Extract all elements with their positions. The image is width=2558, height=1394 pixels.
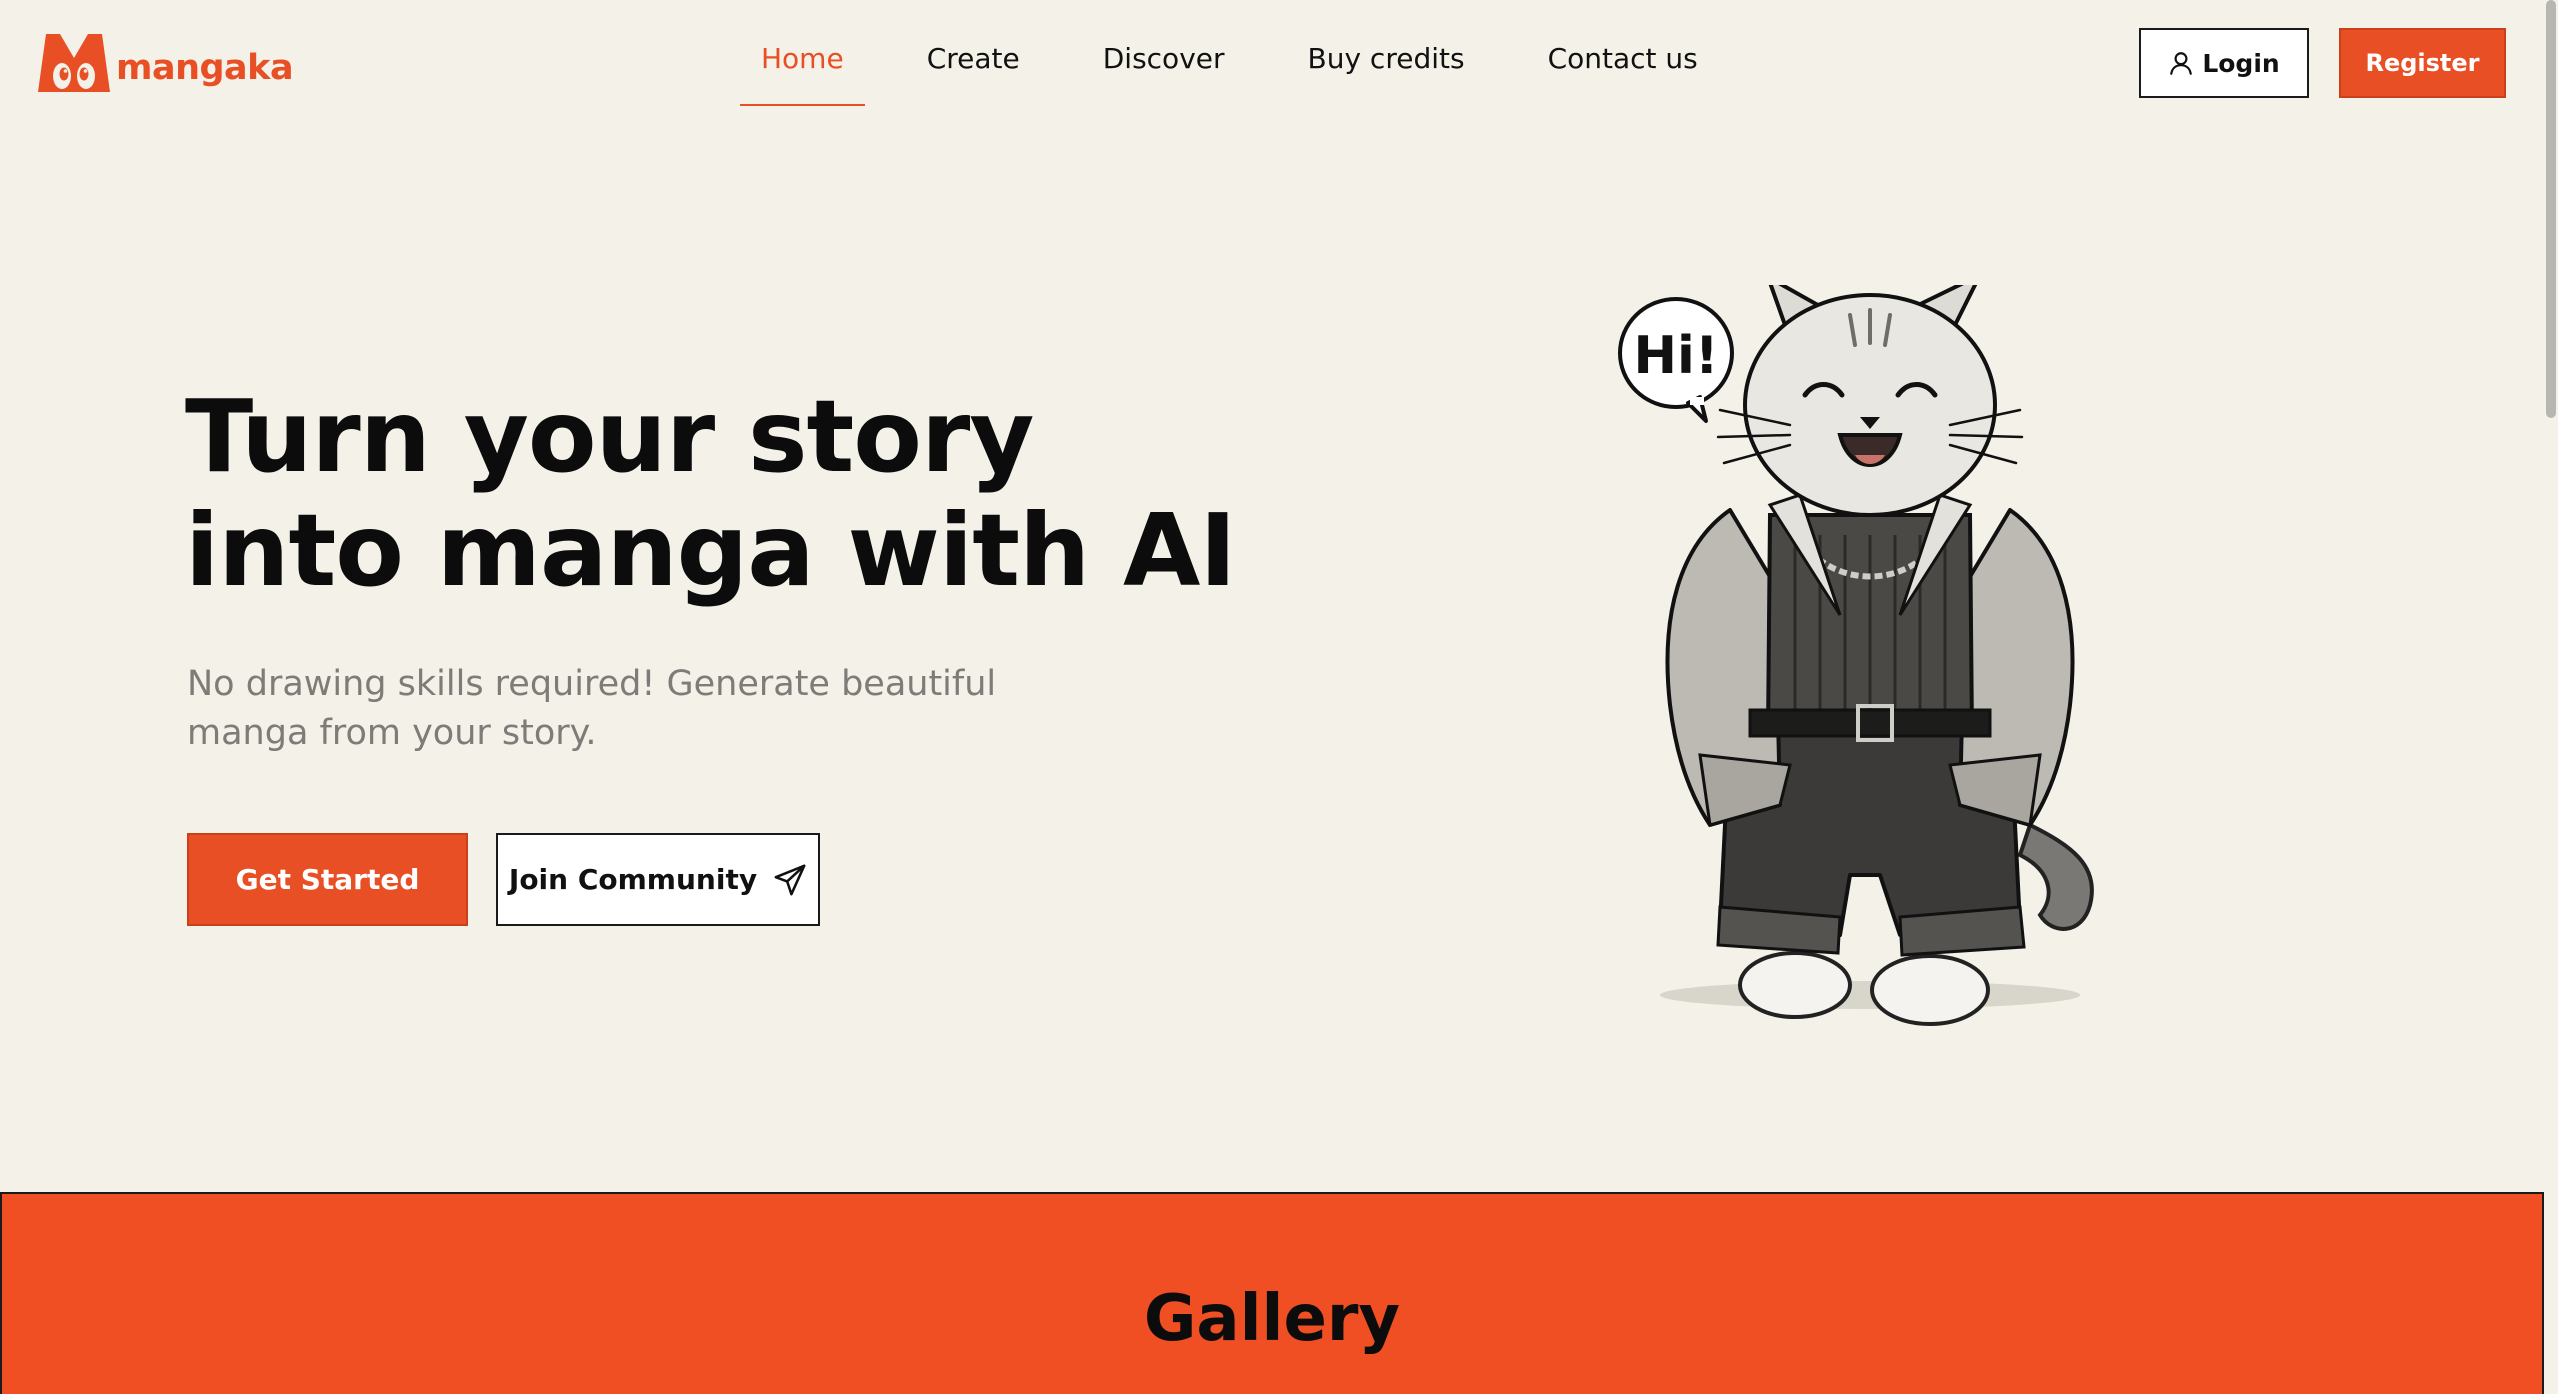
hero-title: Turn your story into manga with AI — [185, 380, 1285, 608]
speech-bubble: Hi! — [1618, 297, 1734, 423]
hero-subtitle-line-1: No drawing skills required! Generate bea… — [187, 664, 997, 704]
get-started-button[interactable]: Get Started — [187, 833, 468, 926]
nav-item-create[interactable]: Create — [906, 28, 1041, 92]
register-button[interactable]: Register — [2339, 28, 2506, 98]
gallery-section: Gallery — [0, 1192, 2544, 1394]
site-header: mangaka Home Create Discover Buy credits… — [0, 0, 2544, 125]
hero-subtitle-line-2: manga from your story. — [187, 713, 597, 753]
page-scrollbar[interactable] — [2544, 0, 2558, 1394]
hero-subtitle: No drawing skills required! Generate bea… — [187, 660, 1037, 758]
m-mascot-logo-icon — [38, 34, 110, 92]
hero-title-line-1: Turn your story — [185, 378, 1034, 495]
login-label: Login — [2202, 48, 2280, 78]
join-community-button[interactable]: Join Community — [496, 833, 820, 926]
speech-bubble-text: Hi! — [1633, 326, 1718, 386]
scrollbar-thumb[interactable] — [2546, 0, 2556, 418]
brand-name: mangaka — [116, 48, 294, 88]
page: mangaka Home Create Discover Buy credits… — [0, 0, 2558, 1394]
nav-item-buy-credits[interactable]: Buy credits — [1287, 28, 1486, 92]
nav-item-discover[interactable]: Discover — [1082, 28, 1246, 92]
register-label: Register — [2365, 49, 2480, 77]
nav-item-contact-us[interactable]: Contact us — [1527, 28, 1719, 92]
cat-mascot-illustration: Hi! — [1618, 285, 2094, 1026]
login-button[interactable]: Login — [2139, 28, 2309, 98]
hero-title-line-2: into manga with AI — [185, 492, 1237, 609]
brand-logo[interactable]: mangaka — [36, 28, 294, 94]
user-icon — [2170, 52, 2193, 75]
join-community-label: Join Community — [508, 863, 758, 896]
paper-plane-icon — [774, 864, 806, 895]
gallery-title: Gallery — [1143, 1282, 1401, 1356]
main-nav: Home Create Discover Buy credits Contact… — [740, 28, 1760, 106]
get-started-label: Get Started — [235, 863, 420, 896]
nav-item-home[interactable]: Home — [740, 28, 865, 106]
